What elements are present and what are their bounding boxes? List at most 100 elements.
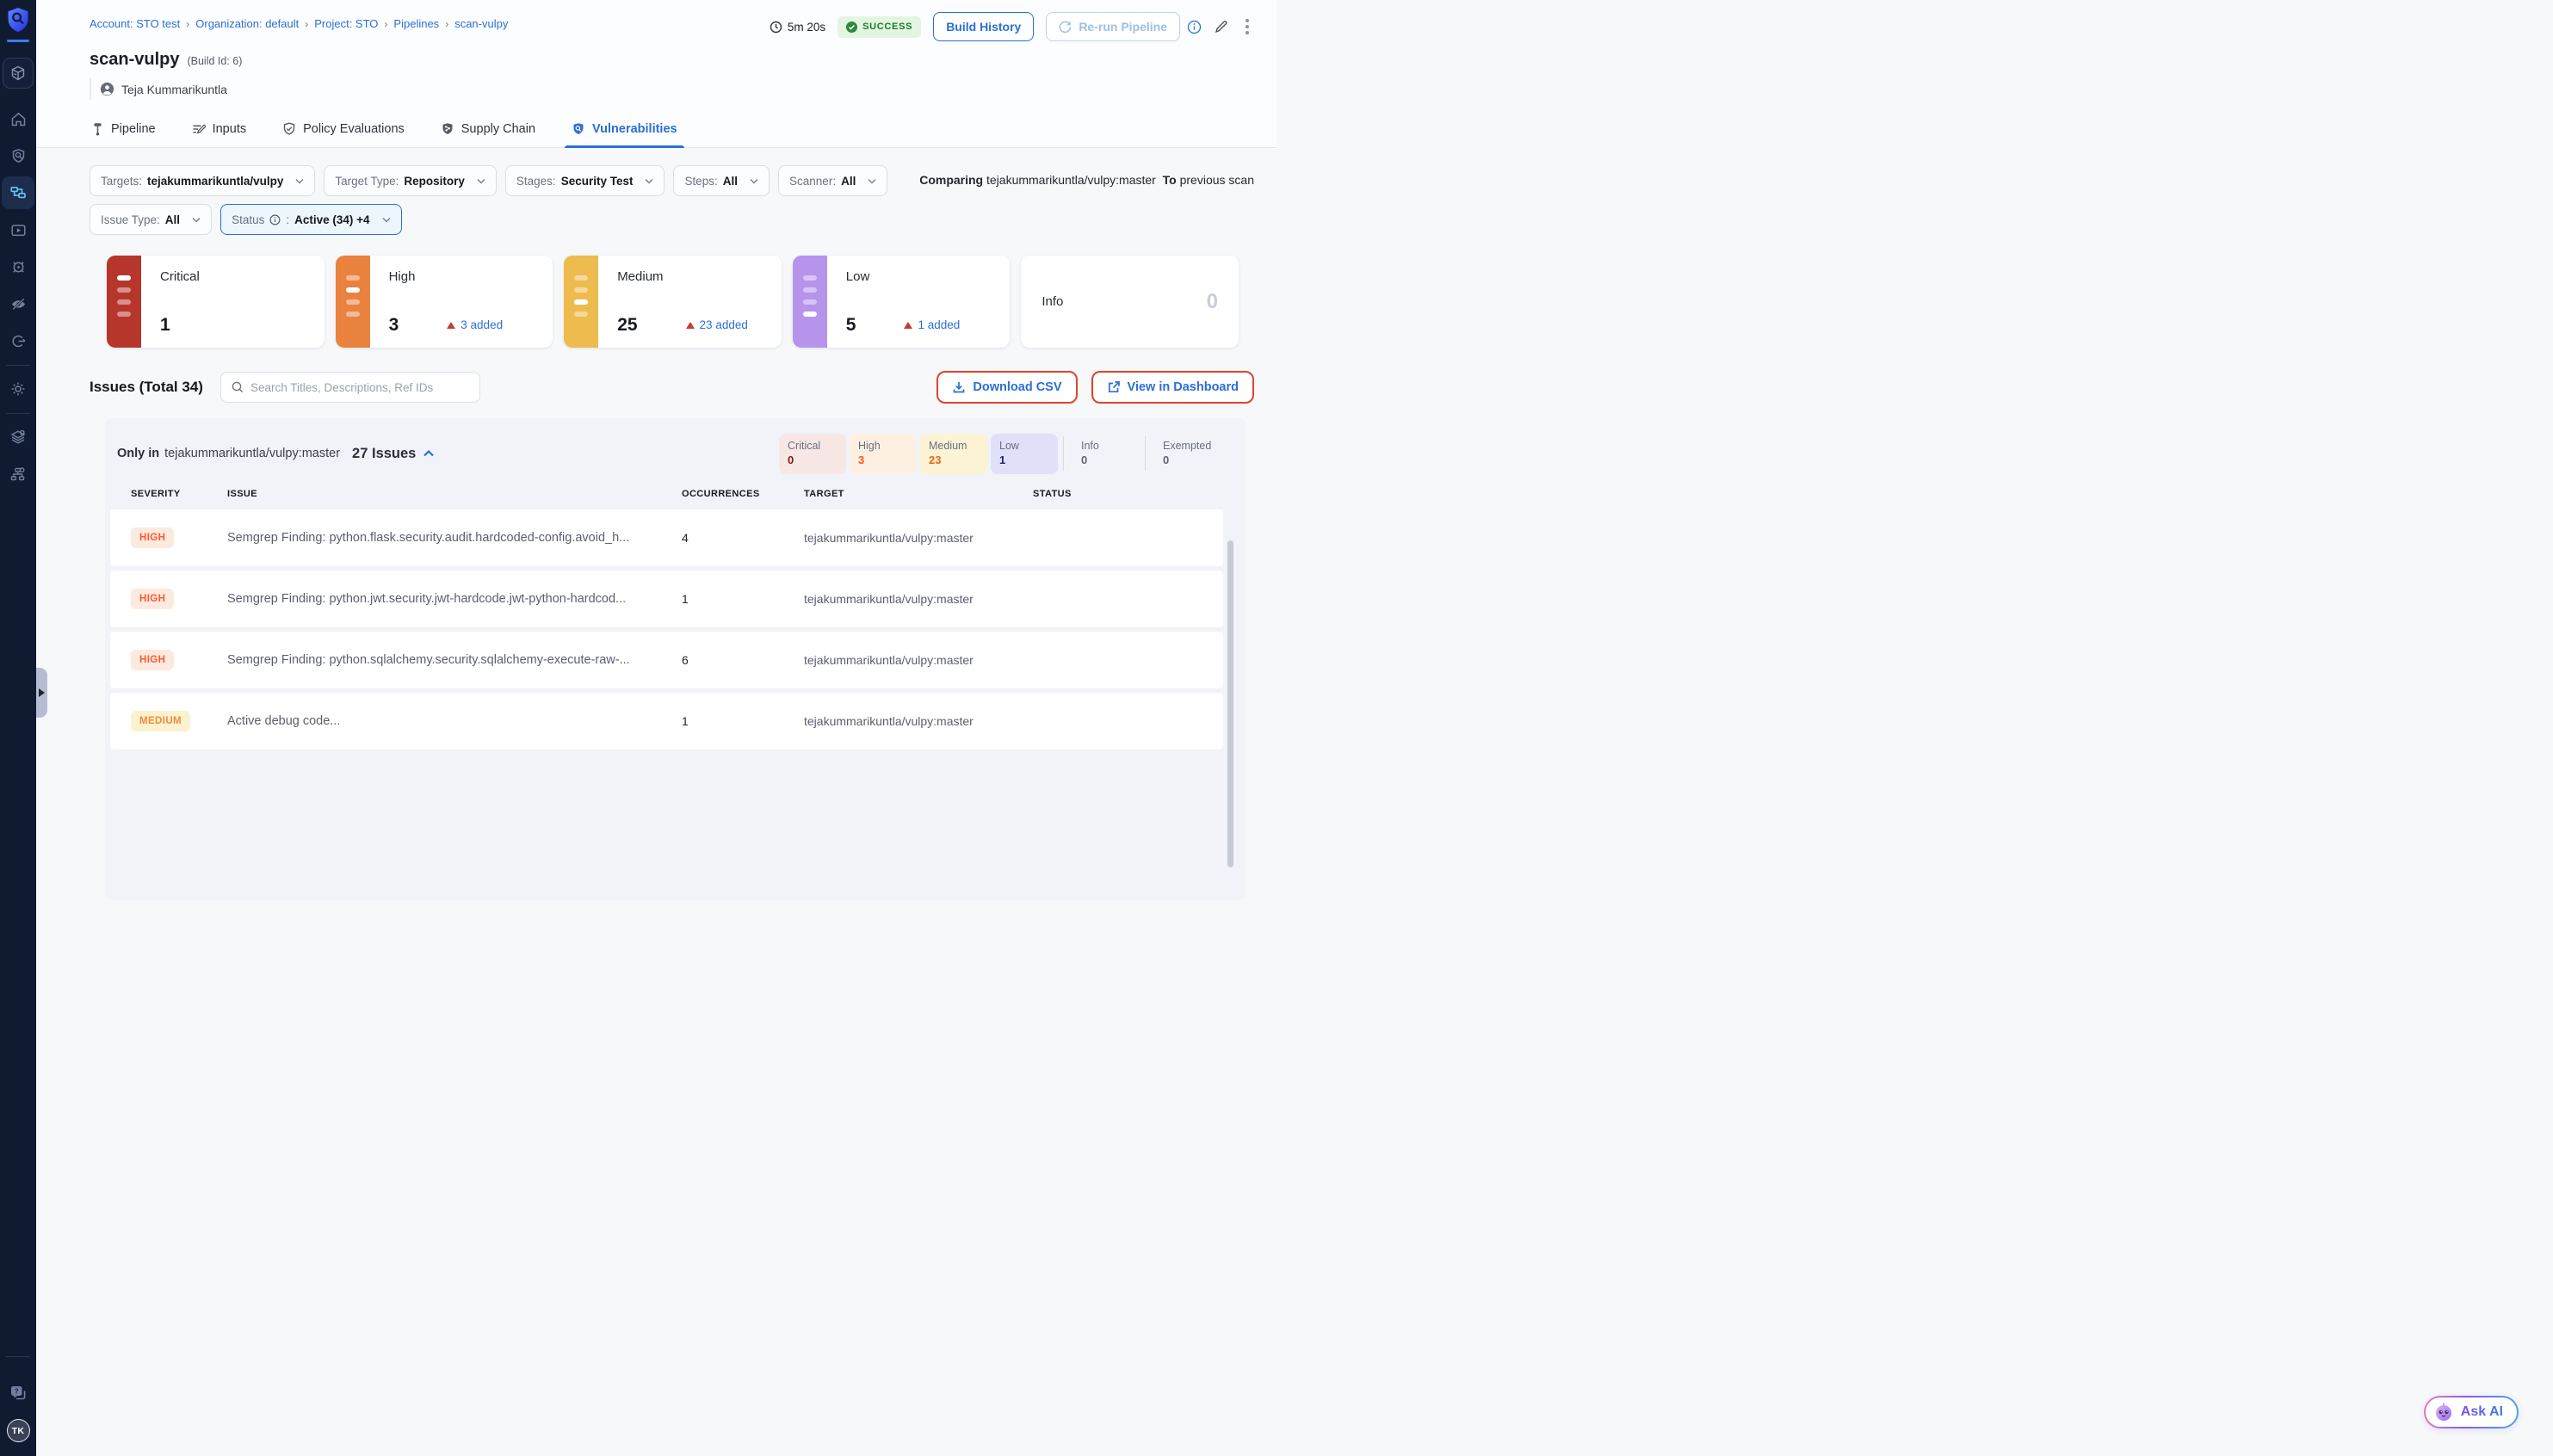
chevron-down-icon	[192, 217, 201, 223]
status-filter[interactable]: Status : Active (34) +4	[220, 204, 401, 235]
left-sidebar: ? TK	[0, 0, 36, 1456]
issues-table-header: SEVERITY ISSUE OCCURRENCES TARGET STATUS	[110, 489, 1223, 499]
tab-pipeline[interactable]: Pipeline	[90, 110, 158, 147]
occurrences-value: 1	[682, 592, 804, 606]
rerun-pipeline-button[interactable]: Re-run Pipeline	[1046, 12, 1180, 41]
target-value: tejakummarikuntla/vulpy:master	[804, 714, 1033, 728]
vulnerabilities-content: Targets:tejakummarikuntla/vulpy Target T…	[36, 148, 1276, 900]
author-name: Teja Kummarikuntla	[121, 83, 227, 96]
settings-gear-icon[interactable]	[2, 373, 34, 405]
issue-row[interactable]: HIGH Semgrep Finding: python.jwt.securit…	[110, 571, 1223, 627]
sidebar-expander-handle[interactable]	[36, 668, 47, 718]
search-input[interactable]	[250, 381, 469, 394]
pipelines-icon[interactable]	[2, 176, 34, 209]
steps-filter[interactable]: Steps:All	[673, 165, 770, 196]
targets-filter[interactable]: Targets:tejakummarikuntla/vulpy	[90, 165, 315, 196]
shield-search-icon[interactable]	[2, 139, 34, 172]
issue-row[interactable]: HIGH Semgrep Finding: python.flask.secur…	[110, 509, 1223, 566]
occurrences-value: 4	[682, 531, 804, 545]
target-type-filter[interactable]: Target Type:Repository	[324, 165, 497, 196]
page-title: scan-vulpy	[90, 50, 179, 70]
breadcrumb-current[interactable]: scan-vulpy	[454, 17, 508, 30]
policy-shield-check-icon	[282, 122, 296, 136]
issue-row[interactable]: HIGH Semgrep Finding: python.sqlalchemy.…	[110, 632, 1223, 688]
home-icon[interactable]	[2, 102, 34, 135]
tab-policy-evaluations[interactable]: Policy Evaluations	[281, 110, 406, 147]
issues-panel: Only in tejakummarikuntla/vulpy:master 2…	[105, 418, 1246, 900]
executions-icon[interactable]	[2, 213, 34, 246]
tab-vulnerabilities[interactable]: Vulnerabilities	[570, 110, 679, 147]
user-avatar[interactable]: TK	[7, 1419, 30, 1442]
more-options-kebab-icon[interactable]	[1240, 17, 1254, 36]
info-icon	[269, 214, 281, 225]
external-link-icon	[1107, 380, 1121, 394]
tab-supply-chain[interactable]: Supply Chain	[439, 110, 537, 147]
high-card[interactable]: High 3 3 added	[336, 256, 553, 348]
breadcrumb-account[interactable]: Account: STO test	[90, 17, 180, 30]
get-started-icon[interactable]	[2, 324, 34, 357]
breadcrumb-separator: ›	[384, 18, 387, 30]
severity-summary-cards: Critical 1 High 3 3 added Medium	[107, 256, 1239, 348]
issue-title: Semgrep Finding: python.sqlalchemy.secur…	[227, 653, 682, 667]
card-label: Critical	[160, 269, 312, 284]
pill-info: Info0	[1073, 434, 1140, 474]
sto-shield-logo[interactable]	[6, 7, 30, 34]
chevron-down-icon	[750, 178, 758, 184]
pill-divider	[1063, 436, 1064, 471]
critical-severity-meter-icon	[107, 256, 141, 348]
chevron-down-icon	[295, 178, 304, 184]
stages-filter[interactable]: Stages:Security Test	[505, 165, 665, 196]
col-severity: SEVERITY	[131, 489, 227, 499]
edit-pencil-icon[interactable]	[1214, 20, 1228, 34]
build-history-button[interactable]: Build History	[933, 12, 1034, 41]
user-circle-icon	[100, 82, 114, 96]
collapse-chevron-up-icon[interactable]	[423, 449, 435, 458]
critical-card[interactable]: Critical 1	[107, 256, 325, 348]
issue-row[interactable]: MEDIUM Active debug code... 1 tejakummar…	[110, 693, 1223, 750]
tab-inputs[interactable]: Inputs	[190, 110, 249, 147]
help-chat-icon[interactable]: ?	[9, 1385, 28, 1402]
targets-icon[interactable]	[2, 250, 34, 283]
breadcrumb-pipelines[interactable]: Pipelines	[393, 17, 439, 30]
card-label: Medium	[617, 269, 770, 284]
table-scrollbar[interactable]	[1227, 540, 1233, 867]
vulnerabilities-shield-search-icon	[572, 122, 585, 136]
info-card[interactable]: Info 0	[1021, 256, 1239, 348]
severity-badge: MEDIUM	[131, 711, 190, 731]
breadcrumb-organization[interactable]: Organization: default	[195, 17, 299, 30]
info-icon[interactable]	[1187, 20, 1202, 34]
low-severity-meter-icon	[793, 256, 827, 348]
expand-arrow-icon	[39, 688, 45, 697]
breadcrumb-separator: ›	[186, 18, 189, 30]
col-occurrences: OCCURRENCES	[682, 489, 804, 499]
occurrences-value: 1	[682, 714, 804, 728]
severity-count-pills: Critical0 High3 Medium23 Low1 Info0 Exem…	[776, 434, 1221, 474]
card-count: 5	[846, 316, 856, 334]
occurrences-value: 6	[682, 653, 804, 667]
module-cube-icon[interactable]	[3, 58, 34, 89]
filters-section: Targets:tejakummarikuntla/vulpy Target T…	[90, 165, 1254, 235]
breadcrumb-separator: ›	[445, 18, 448, 30]
org-settings-icon[interactable]	[2, 458, 34, 490]
chevron-down-icon	[382, 217, 391, 223]
scanner-filter[interactable]: Scanner:All	[778, 165, 887, 196]
breadcrumb-project[interactable]: Project: STO	[314, 17, 378, 30]
eye-off-icon[interactable]	[2, 287, 34, 320]
build-id-label: (Build Id: 6)	[187, 55, 242, 67]
logo-divider	[7, 40, 29, 42]
issues-search[interactable]	[220, 372, 480, 403]
chevron-down-icon	[477, 178, 485, 184]
issue-type-filter[interactable]: Issue Type:All	[90, 204, 212, 235]
issues-total-title: Issues (Total 34)	[90, 379, 203, 396]
group-title: Only in tejakummarikuntla/vulpy:master	[117, 447, 340, 460]
low-card[interactable]: Low 5 1 added	[793, 256, 1011, 348]
download-csv-button[interactable]: Download CSV	[937, 371, 1077, 404]
severity-badge: HIGH	[131, 650, 174, 670]
increase-triangle-icon	[686, 322, 695, 329]
layers-settings-icon[interactable]	[2, 421, 34, 453]
view-in-dashboard-button[interactable]: View in Dashboard	[1091, 371, 1254, 404]
col-issue: ISSUE	[227, 489, 682, 499]
ask-ai-button[interactable]: Ask AI	[2424, 1396, 2519, 1428]
medium-card[interactable]: Medium 25 23 added	[564, 256, 782, 348]
medium-severity-meter-icon	[564, 256, 598, 348]
